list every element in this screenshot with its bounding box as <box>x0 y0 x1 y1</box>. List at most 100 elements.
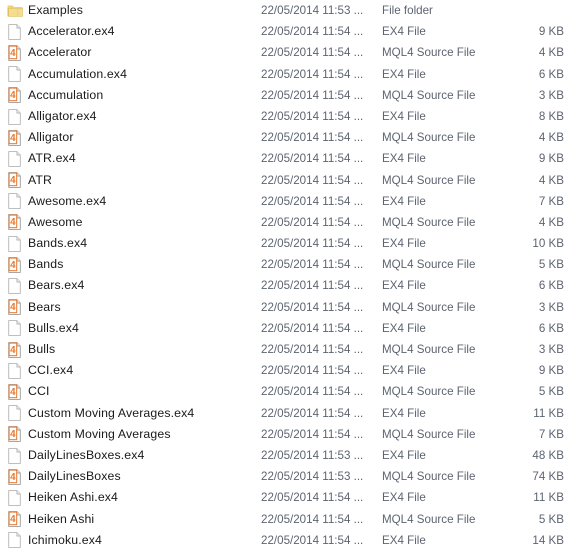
file-type: MQL4 Source File <box>382 258 476 272</box>
file-name-cell[interactable]: Accumulation.ex4 <box>0 64 255 85</box>
file-name-cell[interactable]: Custom Moving Averages.ex4 <box>0 403 255 424</box>
file-size: 8 KB <box>538 109 564 123</box>
file-name-label: Heiken Ashi.ex4 <box>28 490 119 505</box>
file-name-cell[interactable]: ATR.ex4 <box>0 148 255 169</box>
file-name-cell[interactable]: 4 Custom Moving Averages <box>0 424 255 445</box>
file-name-label: Accelerator.ex4 <box>28 24 115 39</box>
file-row[interactable]: Bulls.ex4 22/05/2014 11:54 ... EX4 File 6 K… <box>0 318 577 339</box>
blank-page-icon <box>6 319 24 337</box>
file-name-cell[interactable]: 4 Bands <box>0 254 255 275</box>
file-name-cell[interactable]: 4 Bulls <box>0 339 255 360</box>
file-name-label: Bands.ex4 <box>28 236 88 251</box>
file-name-label: Alligator <box>28 130 74 145</box>
file-name-label: Bands <box>28 257 64 272</box>
blank-page-icon <box>6 65 24 83</box>
file-row[interactable]: 4 Heiken Ashi 22/05/2014 11:54 ... MQL4 Sou… <box>0 509 577 530</box>
file-date-modified: 22/05/2014 11:54 ... <box>261 385 364 399</box>
file-row[interactable]: Examples 22/05/2014 11:53 ... File folder <box>0 0 577 21</box>
file-row[interactable]: CCI.ex4 22/05/2014 11:54 ... EX4 File 9 KB <box>0 360 577 381</box>
file-name-cell[interactable]: Accelerator.ex4 <box>0 21 255 42</box>
file-date-modified: 22/05/2014 11:54 ... <box>261 67 364 81</box>
file-row[interactable]: 4 Custom Moving Averages 22/05/2014 11:54 … <box>0 424 577 445</box>
file-type: EX4 File <box>382 364 426 378</box>
file-name-cell[interactable]: 4 ATR <box>0 170 255 191</box>
file-date-modified: 22/05/2014 11:54 ... <box>261 533 364 547</box>
file-list[interactable]: Examples 22/05/2014 11:53 ... File folder A… <box>0 0 577 549</box>
file-name-cell[interactable]: 4 Alligator <box>0 127 255 148</box>
file-name-cell[interactable]: Bands.ex4 <box>0 233 255 254</box>
file-row[interactable]: 4 Bands 22/05/2014 11:54 ... MQL4 Source Fi… <box>0 254 577 275</box>
file-name-label: DailyLinesBoxes <box>28 469 121 484</box>
file-name-cell[interactable]: Heiken Ashi.ex4 <box>0 487 255 508</box>
file-type: MQL4 Source File <box>382 470 476 484</box>
file-name-cell[interactable]: DailyLinesBoxes.ex4 <box>0 445 255 466</box>
file-name-cell[interactable]: 4 Awesome <box>0 212 255 233</box>
file-date-modified: 22/05/2014 11:54 ... <box>261 364 364 378</box>
file-row[interactable]: Custom Moving Averages.ex4 22/05/2014 11:… <box>0 403 577 424</box>
file-name-label: Examples <box>28 3 83 17</box>
file-name-label: DailyLinesBoxes.ex4 <box>28 447 145 462</box>
svg-text:4: 4 <box>10 175 16 186</box>
file-row[interactable]: Bears.ex4 22/05/2014 11:54 ... EX4 File 6 K… <box>0 275 577 296</box>
file-row[interactable]: Accelerator.ex4 22/05/2014 11:54 ... EX4 F… <box>0 21 577 42</box>
file-name-cell[interactable]: Bears.ex4 <box>0 275 255 296</box>
file-row[interactable]: 4 Accelerator 22/05/2014 11:54 ... MQL4 Sou… <box>0 42 577 63</box>
file-date-modified: 22/05/2014 11:53 ... <box>261 470 364 484</box>
file-name-label: Awesome.ex4 <box>28 193 107 208</box>
svg-text:4: 4 <box>10 472 16 483</box>
file-row[interactable]: 4 CCI 22/05/2014 11:54 ... MQL4 Source File… <box>0 381 577 402</box>
file-name-cell[interactable]: 4 Accelerator <box>0 42 255 63</box>
file-name-cell[interactable]: 4 Accumulation <box>0 85 255 106</box>
file-name-label: Custom Moving Averages <box>28 426 171 441</box>
mql4-source-icon: 4 <box>6 468 24 486</box>
blank-page-icon <box>6 362 24 380</box>
file-row[interactable]: Heiken Ashi.ex4 22/05/2014 11:54 ... EX4 F… <box>0 487 577 508</box>
file-row[interactable]: DailyLinesBoxes.ex4 22/05/2014 11:53 ... E… <box>0 445 577 466</box>
file-name-cell[interactable]: Ichimoku.ex4 <box>0 530 255 551</box>
file-type: EX4 File <box>382 109 426 123</box>
file-name-cell[interactable]: 4 Heiken Ashi <box>0 509 255 530</box>
file-row[interactable]: Alligator.ex4 22/05/2014 11:54 ... EX4 Fil… <box>0 106 577 127</box>
file-name-cell[interactable]: Examples <box>0 0 255 21</box>
mql4-source-icon: 4 <box>6 383 24 401</box>
file-name-cell[interactable]: 4 DailyLinesBoxes <box>0 466 255 487</box>
svg-text:4: 4 <box>10 387 16 398</box>
file-row[interactable]: 4 Awesome 22/05/2014 11:54 ... MQL4 Source … <box>0 212 577 233</box>
file-row[interactable]: 4 Accumulation 22/05/2014 11:54 ... MQL4 So… <box>0 85 577 106</box>
file-name-label: Accumulation.ex4 <box>28 66 128 81</box>
file-row[interactable]: 4 ATR 22/05/2014 11:54 ... MQL4 Source File… <box>0 170 577 191</box>
blank-page-icon <box>6 192 24 210</box>
file-row[interactable]: Awesome.ex4 22/05/2014 11:54 ... EX4 File 7… <box>0 191 577 212</box>
file-name-cell[interactable]: Bulls.ex4 <box>0 318 255 339</box>
file-row[interactable]: 4 Bulls 22/05/2014 11:54 ... MQL4 Source Fi… <box>0 339 577 360</box>
file-row[interactable]: Bands.ex4 22/05/2014 11:54 ... EX4 File 10 … <box>0 233 577 254</box>
file-name-cell[interactable]: Alligator.ex4 <box>0 106 255 127</box>
file-date-modified: 22/05/2014 11:54 ... <box>261 173 364 187</box>
file-type: MQL4 Source File <box>382 46 476 60</box>
file-row[interactable]: Accumulation.ex4 22/05/2014 11:54 ... EX4 … <box>0 64 577 85</box>
file-date-modified: 22/05/2014 11:54 ... <box>261 131 364 145</box>
file-row[interactable]: 4 Bears 22/05/2014 11:54 ... MQL4 Source Fi… <box>0 297 577 318</box>
file-name-cell[interactable]: 4 Bears <box>0 297 255 318</box>
file-row[interactable]: 4 Alligator 22/05/2014 11:54 ... MQL4 Sourc… <box>0 127 577 148</box>
file-type: MQL4 Source File <box>382 300 476 314</box>
file-size: 4 KB <box>538 215 564 229</box>
file-type: EX4 File <box>382 279 426 293</box>
file-date-modified: 22/05/2014 11:54 ... <box>261 427 364 441</box>
file-row[interactable]: ATR.ex4 22/05/2014 11:54 ... EX4 File 9 KB <box>0 148 577 169</box>
file-size: 11 KB <box>533 491 564 505</box>
file-row[interactable]: Ichimoku.ex4 22/05/2014 11:54 ... EX4 File… <box>0 530 577 551</box>
file-name-label: ATR.ex4 <box>28 151 76 166</box>
blank-page-icon <box>6 235 24 253</box>
file-type: MQL4 Source File <box>382 173 476 187</box>
file-name-cell[interactable]: Awesome.ex4 <box>0 191 255 212</box>
file-name-cell[interactable]: CCI.ex4 <box>0 360 255 381</box>
file-size: 74 KB <box>532 470 564 484</box>
file-name-cell[interactable]: 4 CCI <box>0 381 255 402</box>
file-date-modified: 22/05/2014 11:53 ... <box>261 4 364 17</box>
folder-icon <box>6 2 24 20</box>
file-row[interactable]: 4 DailyLinesBoxes 22/05/2014 11:53 ... MQL4… <box>0 466 577 487</box>
file-name-label: Bears.ex4 <box>28 278 85 293</box>
file-date-modified: 22/05/2014 11:54 ... <box>261 406 364 420</box>
blank-page-icon <box>6 108 24 126</box>
